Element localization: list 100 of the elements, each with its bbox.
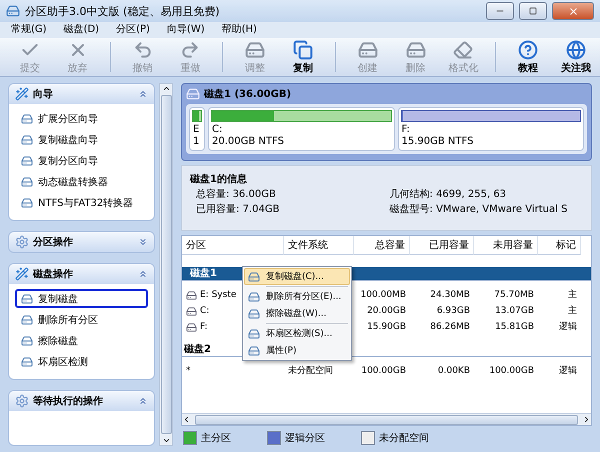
menu-item[interactable]: 常规(G)	[4, 22, 57, 38]
column-header[interactable]: 已用容量	[410, 236, 474, 255]
table-cell-text: 13.07GB	[494, 305, 535, 318]
sidebar-item[interactable]: 坏扇区检测	[15, 352, 148, 371]
partition-detail: 1	[192, 136, 200, 148]
minimize-button[interactable]	[486, 2, 514, 20]
table-cell-text: 逻辑	[558, 364, 578, 378]
scroll-left-icon[interactable]	[182, 415, 191, 424]
panel-title: 向导	[33, 88, 54, 101]
partition-detail: 15.90GB NTFS	[400, 136, 474, 148]
panel-header[interactable]: 分区操作	[9, 232, 154, 252]
expand-icon[interactable]	[138, 237, 148, 247]
scrollbar[interactable]	[159, 83, 173, 446]
gear-icon	[15, 394, 29, 408]
menu-item[interactable]: 磁盘(D)	[56, 22, 110, 38]
maximize-button[interactable]	[519, 2, 547, 20]
sidebar-item[interactable]: 复制磁盘向导	[15, 130, 148, 149]
close-button[interactable]	[552, 2, 594, 20]
partition-block[interactable]: C: 20.00GB NTFS	[208, 107, 394, 151]
context-menu-item[interactable]: 坏扇区检测(S)...	[244, 325, 350, 342]
legend-label: 逻辑分区	[285, 432, 325, 445]
window-title: 分区助手3.0中文版 (稳定、易用且免费)	[25, 4, 221, 18]
table-cell-text: *	[185, 365, 192, 378]
panel-title: 等待执行的操作	[33, 394, 104, 408]
column-header[interactable]: 文件系统	[284, 236, 354, 255]
horizontal-scrollbar[interactable]	[182, 413, 591, 425]
panel-header[interactable]: 等待执行的操作	[9, 391, 154, 411]
redo-icon	[180, 40, 200, 60]
sidebar-item[interactable]: 复制磁盘	[15, 289, 148, 308]
help-icon	[518, 40, 538, 60]
disk-title: 磁盘1 (36.00GB)	[204, 88, 292, 101]
collapse-icon[interactable]	[138, 396, 148, 406]
collapse-icon[interactable]	[138, 89, 148, 99]
table-cell-text: 6.93GB	[436, 305, 471, 318]
table-cell-text: 15.81GB	[494, 321, 535, 334]
eraser-icon	[453, 40, 474, 60]
drive-icon	[186, 322, 197, 333]
sidebar-item[interactable]: 动态磁盘转换器	[15, 172, 148, 191]
collapse-icon[interactable]	[138, 269, 148, 279]
wand-icon	[15, 267, 29, 281]
panel-header[interactable]: 向导	[9, 84, 154, 104]
table-cell-text: 100.00MB	[360, 289, 407, 302]
sidebar-item[interactable]: 擦除磁盘	[15, 331, 148, 350]
table-cell-text: 100.00GB	[360, 365, 407, 378]
copy-icon	[292, 40, 313, 60]
info-title: 磁盘1的信息	[190, 172, 248, 186]
drive-icon	[186, 290, 197, 301]
table-cell-text: 100.00GB	[488, 365, 535, 378]
context-menu-item[interactable]: 删除所有分区(E)...	[244, 288, 350, 305]
table-cell-text: 未分配空间	[287, 364, 334, 378]
hard-drive-icon	[358, 40, 378, 60]
scroll-up-icon[interactable]	[162, 84, 170, 93]
partition-name: C:	[211, 124, 224, 136]
sidebar-item[interactable]: NTFS与FAT32转换器	[15, 193, 148, 212]
hard-drive-icon	[245, 40, 266, 60]
table-cell-text: 86.26MB	[429, 321, 471, 334]
column-header[interactable]: 标记	[538, 236, 581, 255]
legend-label: 未分配空间	[379, 432, 429, 445]
sidebar-item[interactable]: 复制分区向导	[15, 151, 148, 170]
menu-item[interactable]: 分区(P)	[109, 22, 160, 38]
panel-title: 分区操作	[33, 236, 74, 249]
table-cell-text: 75.70MB	[493, 289, 535, 302]
partition-name: F:	[400, 124, 411, 136]
panel-header[interactable]: 磁盘操作	[9, 264, 154, 284]
table-cell-text: 0.00KB	[436, 365, 471, 378]
gear-icon	[15, 235, 29, 249]
scroll-down-icon[interactable]	[162, 436, 170, 445]
info-field: 磁盘型号: VMware, VMware Virtual S	[390, 202, 583, 216]
legend-label: 主分区	[201, 432, 231, 445]
context-menu-item[interactable]: 复制磁盘(C)...	[244, 268, 350, 285]
toolbar-button[interactable]: 关注我	[552, 39, 600, 75]
close-icon	[568, 6, 578, 16]
table-cell-text: 15.90GB	[366, 321, 407, 334]
context-menu-item[interactable]: 擦除磁盘(W)...	[244, 305, 350, 322]
partition-block[interactable]: F: 15.90GB NTFS	[398, 107, 584, 151]
column-header[interactable]: 未用容量	[474, 236, 538, 255]
globe-icon	[566, 40, 586, 60]
partition-detail: 20.00GB NTFS	[211, 136, 285, 148]
sidebar-item[interactable]: 扩展分区向导	[15, 109, 148, 128]
toolbar-button[interactable]: 复制	[279, 39, 327, 75]
toolbar-button[interactable]: 教程	[504, 39, 552, 75]
menu-item[interactable]: 向导(W)	[160, 22, 215, 38]
maximize-icon	[529, 7, 537, 15]
undo-icon	[132, 40, 153, 60]
column-header[interactable]: 分区	[182, 236, 284, 255]
panel-title: 磁盘操作	[33, 268, 74, 281]
column-header[interactable]: 总容量	[354, 236, 410, 255]
menu-item[interactable]: 帮助(H)	[214, 22, 267, 38]
sidebar-item[interactable]: 删除所有分区	[15, 310, 148, 329]
app-icon	[6, 4, 20, 18]
table-cell-text: 20.00GB	[366, 305, 407, 318]
table-cell-text: 24.30MB	[429, 289, 471, 302]
context-menu-item[interactable]: 属性(P)	[244, 342, 350, 359]
table-cell-text: 主	[567, 304, 578, 318]
drive-icon	[186, 306, 197, 317]
table-cell-text: 主	[567, 288, 578, 302]
partition-block[interactable]: E 1	[189, 107, 205, 151]
scroll-right-icon[interactable]	[582, 415, 591, 424]
partition-name: E	[192, 124, 200, 136]
info-field: 总容量: 36.00GB	[196, 187, 390, 201]
